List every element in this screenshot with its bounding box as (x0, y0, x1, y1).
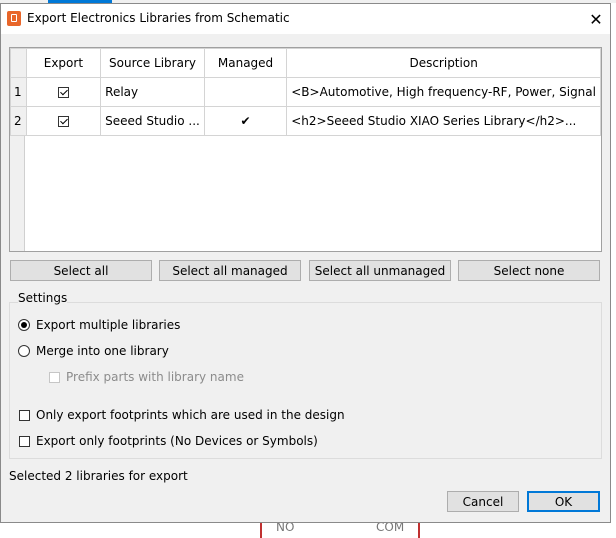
only-footprints-label: Export only footprints (No Devices or Sy… (36, 434, 318, 448)
ok-button[interactable]: OK (527, 491, 600, 512)
row-number: 1 (10, 77, 27, 107)
export-multiple-radio[interactable] (18, 319, 30, 331)
only-used-footprints-option[interactable]: Only export footprints which are used in… (19, 408, 345, 422)
corner-cell (10, 48, 27, 78)
header-row: Export Source Library Managed Descriptio… (10, 48, 601, 78)
only-footprints-option[interactable]: Export only footprints (No Devices or Sy… (19, 434, 318, 448)
export-checkbox[interactable] (57, 87, 69, 98)
source-library-cell: Seeed Studio ... (100, 106, 205, 136)
export-checkbox[interactable] (57, 116, 69, 127)
select-all-unmanaged-button[interactable]: Select all unmanaged (309, 260, 451, 281)
managed-cell (203, 77, 288, 107)
schematic-wire (418, 523, 420, 538)
export-multiple-label: Export multiple libraries (36, 318, 181, 332)
select-all-managed-button[interactable]: Select all managed (159, 260, 301, 281)
status-text: Selected 2 libraries for export (9, 469, 188, 483)
merge-into-one-option[interactable]: Merge into one library (18, 344, 169, 358)
export-libraries-dialog: Export Electronics Libraries from Schema… (0, 3, 611, 523)
select-all-button[interactable]: Select all (10, 260, 152, 281)
column-header-managed[interactable]: Managed (203, 48, 288, 78)
schematic-wire (260, 523, 262, 538)
dialog-title: Export Electronics Libraries from Schema… (27, 11, 290, 25)
libraries-grid: Export Source Library Managed Descriptio… (10, 48, 601, 136)
app-icon (7, 11, 21, 26)
column-header-description[interactable]: Description (286, 48, 601, 78)
select-none-button[interactable]: Select none (458, 260, 600, 281)
export-multiple-option[interactable]: Export multiple libraries (18, 318, 180, 332)
close-icon: ✕ (589, 9, 603, 29)
prefix-parts-label: Prefix parts with library name (66, 370, 244, 384)
only-footprints-checkbox[interactable] (19, 435, 30, 447)
merge-into-one-radio[interactable] (18, 345, 30, 357)
description-cell: <B>Automotive, High frequency-RF, Power,… (286, 77, 601, 107)
libraries-table: Export Source Library Managed Descriptio… (9, 47, 602, 252)
prefix-parts-option: Prefix parts with library name (49, 370, 244, 384)
managed-check-icon: ✔ (203, 106, 288, 136)
close-button[interactable]: ✕ (581, 6, 611, 32)
title-bar: Export Electronics Libraries from Schema… (1, 4, 610, 34)
merge-into-one-label: Merge into one library (36, 344, 169, 358)
settings-label: Settings (18, 291, 68, 305)
row-number: 2 (10, 106, 27, 136)
table-row[interactable]: 2 Seeed Studio ... ✔ <h2>Seeed Studio XI… (10, 106, 601, 136)
source-library-cell: Relay (100, 77, 205, 107)
description-cell: <h2>Seeed Studio XIAO Series Library</h2… (286, 106, 601, 136)
column-header-export[interactable]: Export (25, 48, 102, 78)
column-header-source-library[interactable]: Source Library (100, 48, 205, 78)
table-row[interactable]: 1 Relay <B>Automotive, High frequency-RF… (10, 77, 601, 107)
export-cell (25, 77, 102, 107)
only-used-footprints-checkbox[interactable] (19, 409, 30, 421)
only-used-footprints-label: Only export footprints which are used in… (36, 408, 345, 422)
export-cell (25, 106, 102, 136)
prefix-parts-checkbox (49, 371, 60, 383)
cancel-button[interactable]: Cancel (447, 491, 519, 512)
